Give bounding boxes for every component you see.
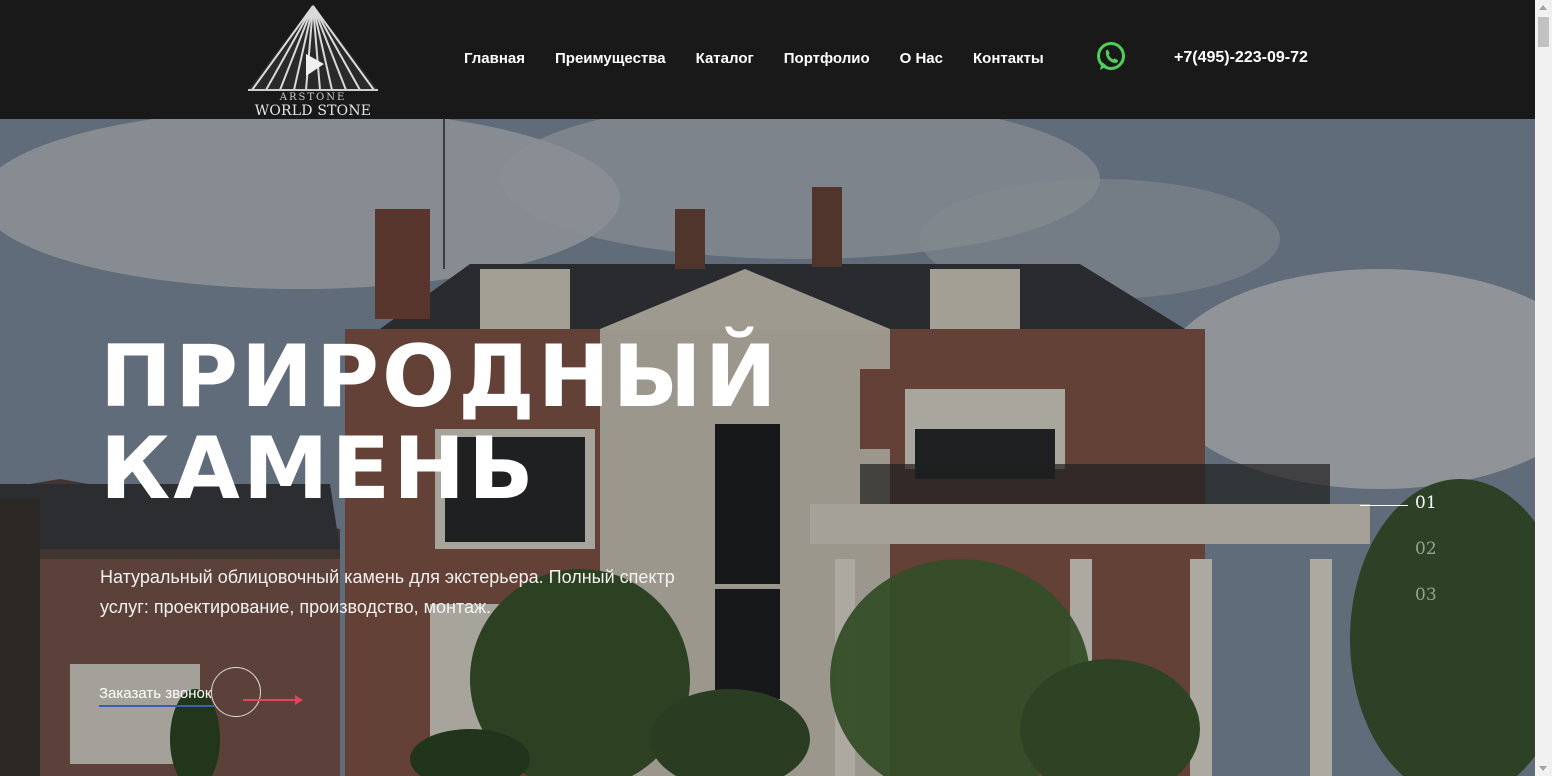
cta-underline [99,705,214,707]
slide-3-button[interactable]: 03 [1415,585,1437,605]
logo[interactable]: ARSTONE WORLD STONE [244,4,382,119]
active-slide-line [1360,505,1408,506]
cta-label: Заказать звонок [99,685,212,702]
logo-mountain-icon [248,4,378,91]
cta-circle [211,667,261,717]
page-scrollbar[interactable] [1535,0,1552,776]
hero-subtitle: Натуральный облицовочный камень для экст… [100,567,675,617]
phone-number[interactable]: +7(495)-223-09-72 [1174,49,1308,67]
logo-top-text: ARSTONE [279,92,347,103]
nav-item-contacts[interactable]: Контакты [973,50,1044,67]
order-call-button[interactable]: Заказать звонок [99,667,319,723]
whatsapp-icon[interactable] [1095,41,1127,73]
hero-title: ПРИРОДНЫЙ КАМЕНЬ [100,327,780,519]
main-nav: Главная Преимущества Каталог Портфолио О… [464,50,1044,67]
arrow-right-icon [243,695,303,705]
hero-section: ПРИРОДНЫЙ КАМЕНЬ Натуральный облицовочны… [0,119,1535,776]
nav-item-catalog[interactable]: Каталог [696,50,754,67]
scroll-down-icon[interactable] [1539,766,1547,771]
logo-bottom-text: WORLD STONE [254,103,372,119]
scroll-up-icon[interactable] [1539,5,1547,10]
nav-item-about[interactable]: О Нас [900,50,943,67]
nav-item-portfolio[interactable]: Портфолио [784,50,870,67]
site-header: ARSTONE WORLD STONE Главная Преимущества… [0,0,1535,119]
slide-1-button[interactable]: 01 [1415,493,1437,513]
scroll-thumb[interactable] [1538,17,1549,47]
slide-2-button[interactable]: 02 [1415,539,1437,559]
nav-item-advantages[interactable]: Преимущества [555,50,666,67]
nav-item-home[interactable]: Главная [464,50,525,67]
